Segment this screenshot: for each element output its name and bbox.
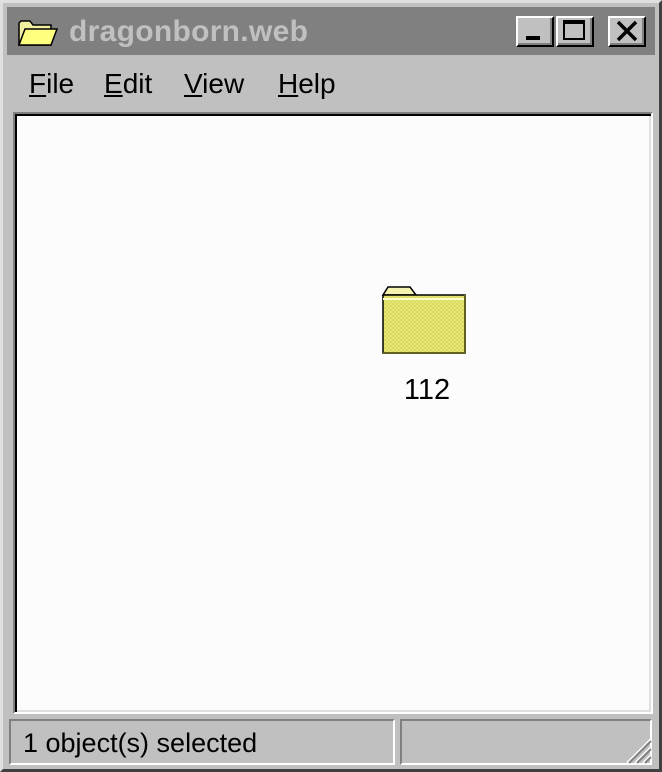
menu-view-accel: V bbox=[184, 68, 203, 99]
menu-edit-accel: E bbox=[104, 68, 123, 99]
close-button[interactable] bbox=[608, 16, 646, 47]
folder-content-pane[interactable]: 112 bbox=[13, 112, 653, 714]
minimize-button[interactable] bbox=[516, 16, 554, 47]
menu-view[interactable]: View bbox=[184, 67, 244, 101]
maximize-button[interactable] bbox=[556, 16, 594, 47]
menu-file-label: ile bbox=[46, 68, 75, 99]
status-bar: 1 object(s) selected bbox=[7, 717, 655, 767]
menu-bar: File Edit View Help bbox=[7, 61, 655, 107]
menu-help-label: elp bbox=[298, 68, 336, 99]
menu-edit[interactable]: Edit bbox=[104, 67, 152, 101]
folder-open-icon bbox=[17, 20, 59, 46]
folder-icon bbox=[381, 286, 466, 354]
menu-help-accel: H bbox=[278, 68, 299, 99]
minimize-icon bbox=[526, 36, 540, 40]
status-pane-secondary bbox=[400, 719, 652, 765]
resize-grip-icon[interactable] bbox=[621, 733, 653, 765]
maximize-icon bbox=[563, 20, 585, 40]
folder-item[interactable]: 112 bbox=[371, 277, 483, 417]
status-text: 1 object(s) selected bbox=[23, 728, 258, 758]
explorer-window: dragonborn.web File Edit View Help 112 1… bbox=[0, 0, 662, 772]
menu-edit-label: dit bbox=[122, 68, 153, 99]
menu-file-accel: F bbox=[29, 68, 47, 99]
window-title: dragonborn.web bbox=[69, 15, 309, 48]
close-icon bbox=[616, 20, 638, 42]
status-pane-main: 1 object(s) selected bbox=[9, 719, 395, 765]
menu-file[interactable]: File bbox=[29, 67, 74, 101]
title-bar[interactable]: dragonborn.web bbox=[7, 7, 655, 55]
folder-label: 112 bbox=[403, 374, 451, 406]
menu-view-label: iew bbox=[202, 68, 245, 99]
menu-help[interactable]: Help bbox=[278, 67, 336, 101]
